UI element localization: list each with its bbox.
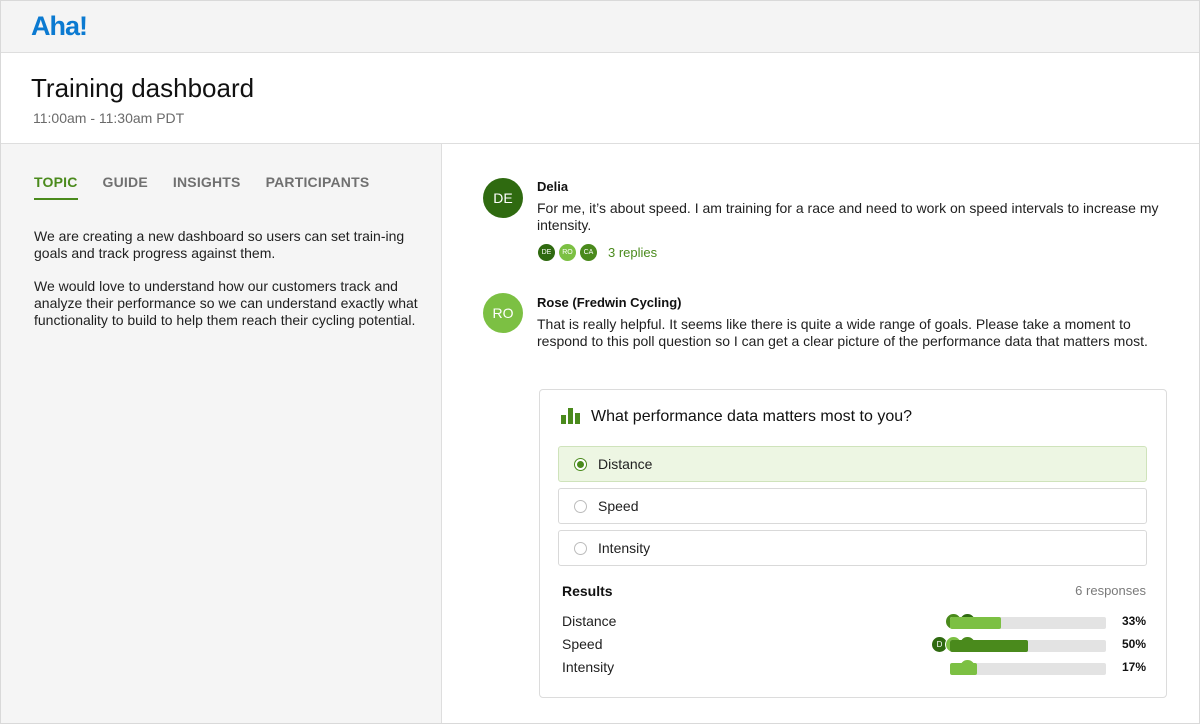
replies-link[interactable]: 3 replies	[608, 245, 657, 260]
result-row: Distance T M 33%	[562, 612, 1146, 632]
result-percent: 33%	[1122, 614, 1146, 628]
result-bar	[950, 663, 1106, 675]
avatar[interactable]: DE	[483, 178, 523, 218]
radio-button[interactable]	[574, 500, 587, 513]
result-bar-fill	[950, 640, 1028, 652]
app-window: Aha! Training dashboard 11:00am - 11:30a…	[0, 0, 1200, 724]
result-bar-fill	[950, 617, 1001, 629]
results-title: Results	[562, 583, 613, 599]
topic-paragraph: We would love to understand how our cust…	[34, 278, 419, 329]
reply-avatar: RO	[558, 243, 577, 262]
result-bar-fill	[950, 663, 977, 675]
poll-option-speed[interactable]: Speed	[558, 488, 1147, 524]
poll-option-label: Distance	[598, 456, 652, 472]
tab-bar: TOPIC GUIDE INSIGHTS PARTICIPANTS	[34, 174, 394, 200]
poll-option-distance[interactable]: Distance	[558, 446, 1147, 482]
tab-insights[interactable]: INSIGHTS	[173, 174, 241, 200]
poll-option-label: Intensity	[598, 540, 650, 556]
result-row: Speed D R C 50%	[562, 635, 1146, 655]
result-row: Intensity E 17%	[562, 658, 1146, 678]
result-percent: 17%	[1122, 660, 1146, 674]
topic-paragraph: We are creating a new dashboard so users…	[34, 228, 419, 262]
session-time: 11:00am - 11:30am PDT	[33, 110, 184, 126]
result-bar	[950, 640, 1106, 652]
poll-option-label: Speed	[598, 498, 638, 514]
reply-avatar: CA	[579, 243, 598, 262]
poll-card: What performance data matters most to yo…	[539, 389, 1167, 698]
message-author: Rose (Fredwin Cycling)	[537, 295, 681, 310]
topic-description: We are creating a new dashboard so users…	[34, 228, 419, 345]
poll-question: What performance data matters most to yo…	[591, 408, 912, 426]
result-label: Distance	[562, 613, 616, 629]
radio-button[interactable]	[574, 542, 587, 555]
discussion-panel: DE Delia For me, it’s about speed. I am …	[443, 144, 1199, 724]
poll-option-intensity[interactable]: Intensity	[558, 530, 1147, 566]
avatar[interactable]: RO	[483, 293, 523, 333]
result-percent: 50%	[1122, 637, 1146, 651]
tab-topic[interactable]: TOPIC	[34, 174, 78, 200]
message-body: For me, it’s about speed. I am training …	[537, 200, 1167, 234]
result-label: Intensity	[562, 659, 614, 675]
reply-summary[interactable]: DE RO CA 3 replies	[537, 243, 657, 262]
result-bar	[950, 617, 1106, 629]
aha-logo[interactable]: Aha!	[31, 11, 87, 42]
responses-count: 6 responses	[1075, 583, 1146, 598]
page-header: Training dashboard 11:00am - 11:30am PDT	[1, 54, 1199, 144]
message-author: Delia	[537, 179, 568, 194]
bar-chart-icon	[561, 408, 581, 424]
radio-button[interactable]	[574, 458, 587, 471]
topic-panel: TOPIC GUIDE INSIGHTS PARTICIPANTS We are…	[1, 144, 442, 724]
result-label: Speed	[562, 636, 602, 652]
tab-guide[interactable]: GUIDE	[103, 174, 148, 200]
tab-participants[interactable]: PARTICIPANTS	[266, 174, 370, 200]
page-title: Training dashboard	[31, 73, 254, 104]
reply-avatar: DE	[537, 243, 556, 262]
top-bar: Aha!	[1, 1, 1199, 53]
message-body: That is really helpful. It seems like th…	[537, 316, 1167, 350]
